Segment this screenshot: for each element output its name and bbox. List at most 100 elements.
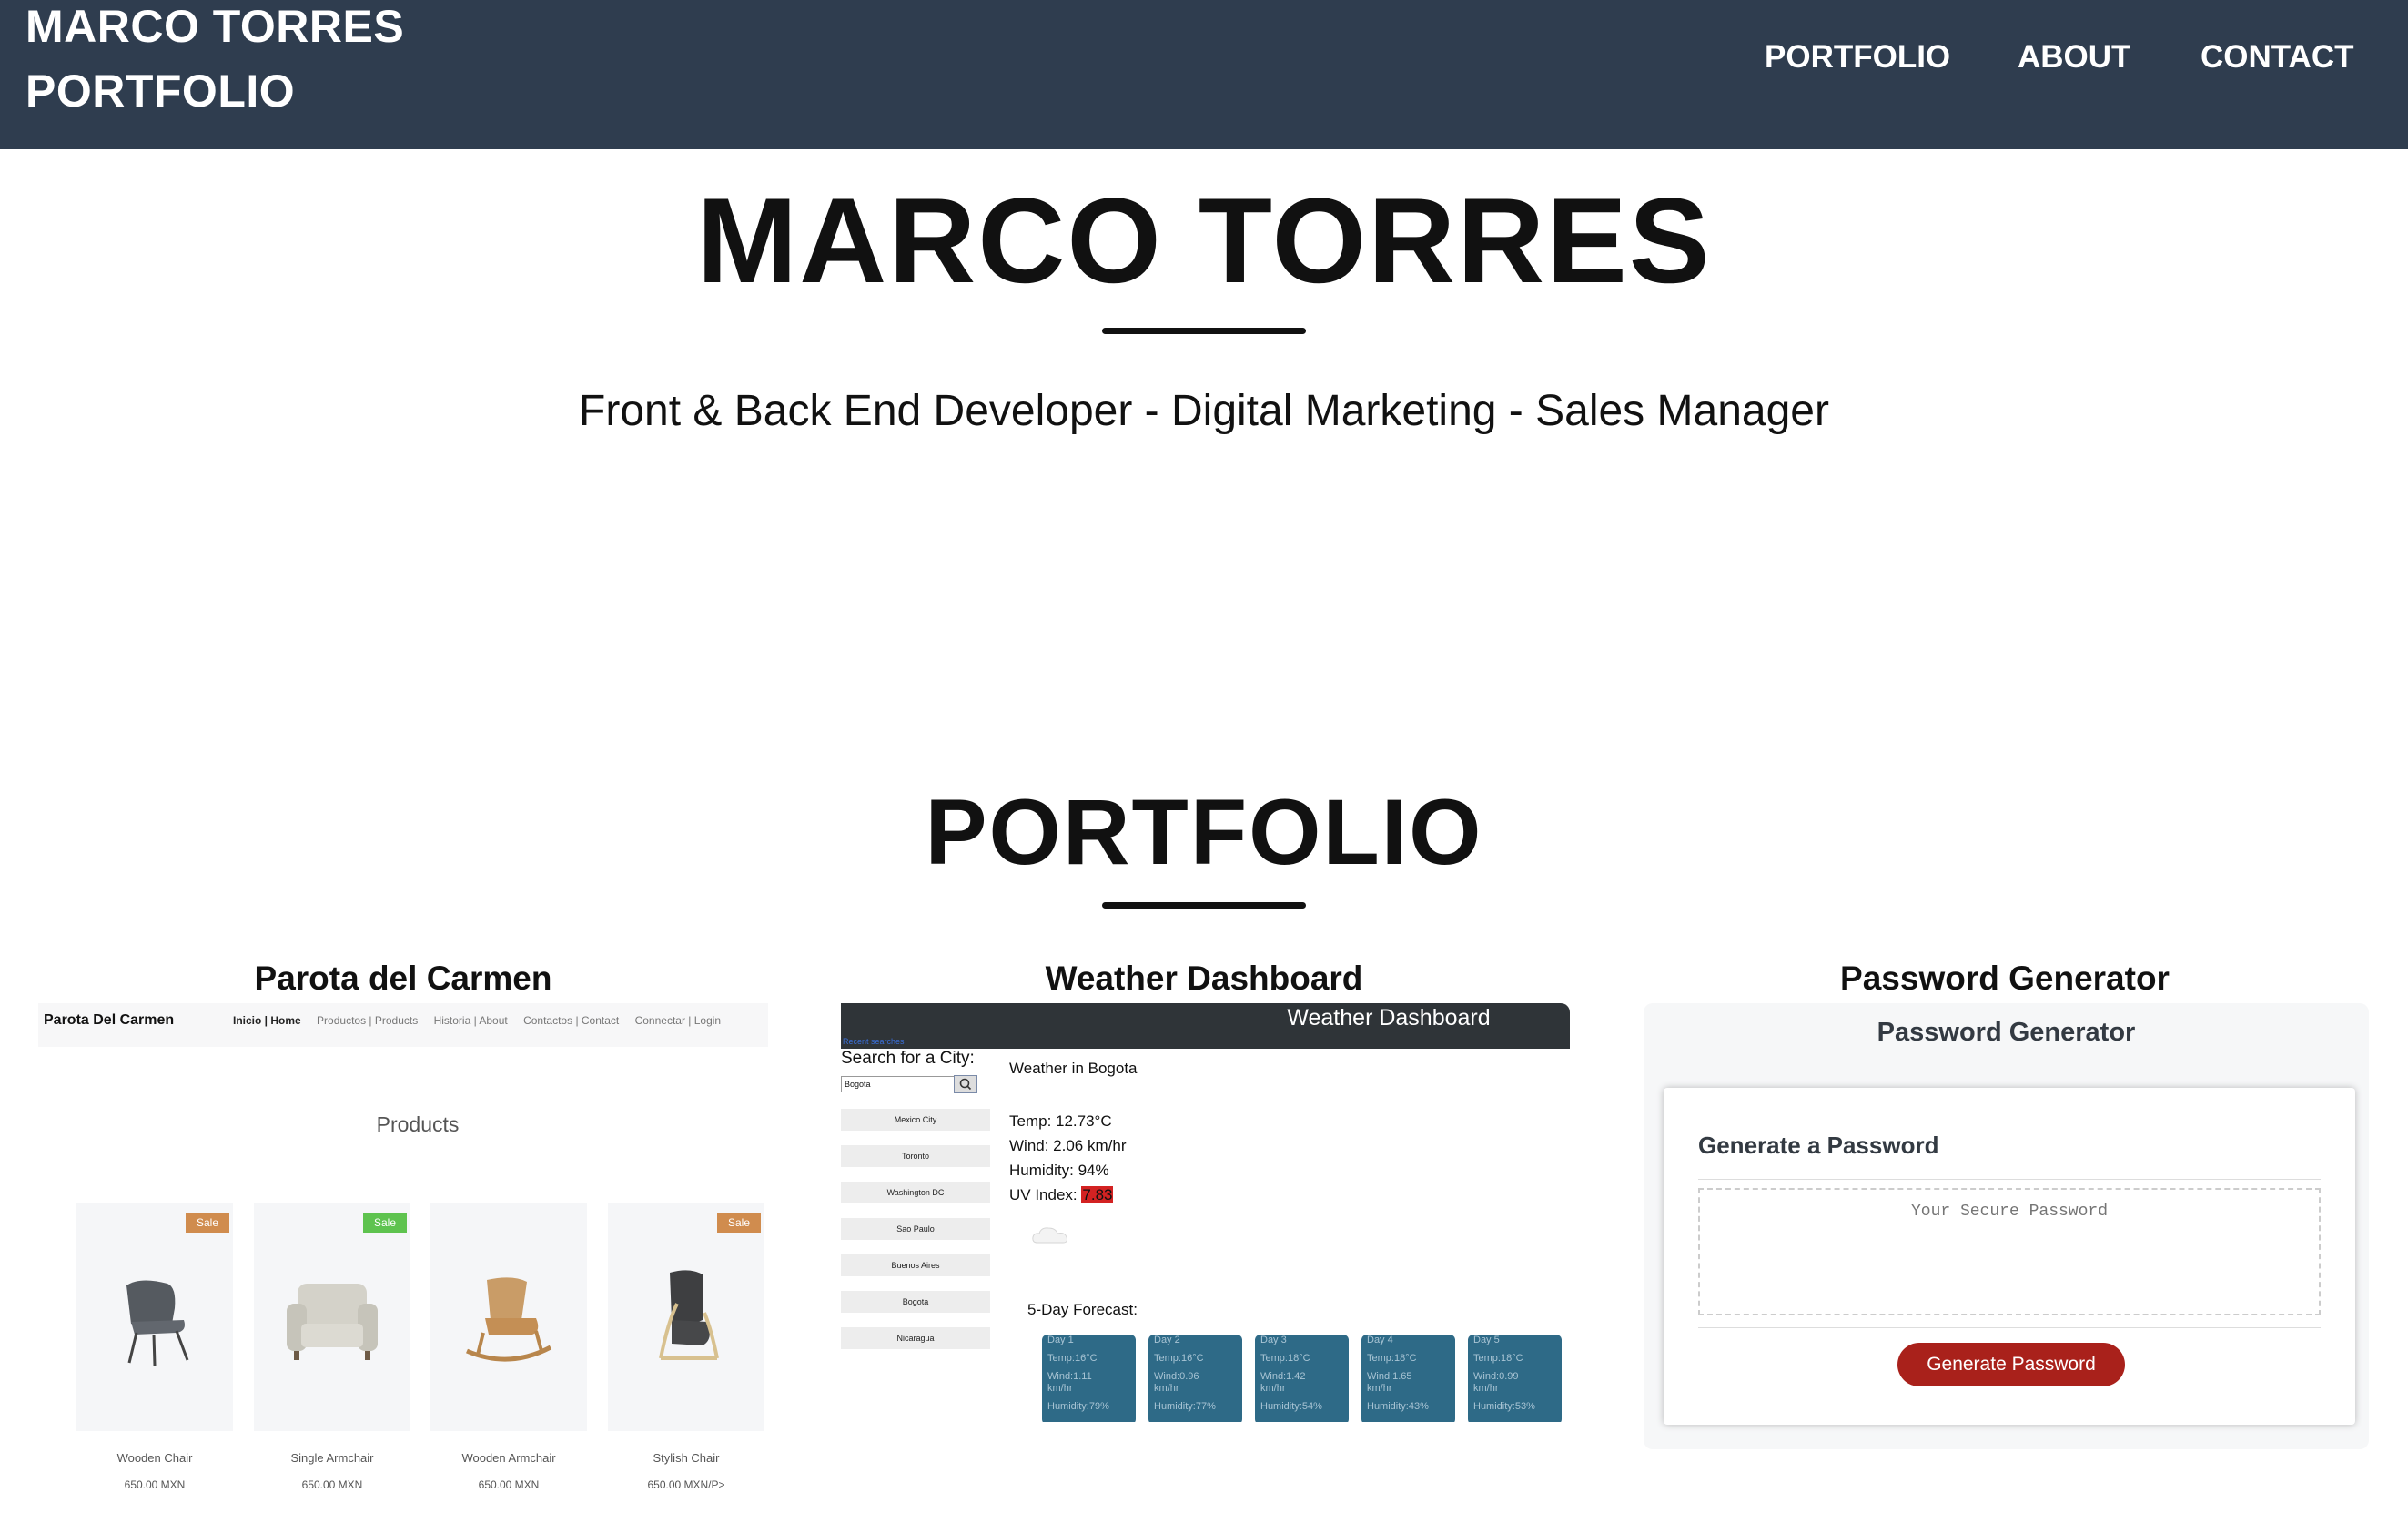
forecast-wind-unit: km/hr xyxy=(1260,1383,1286,1394)
uv-index-value: 7.83 xyxy=(1081,1186,1114,1203)
current-humidity: Humidity: 94% xyxy=(1009,1162,1109,1179)
preview-nav-contact: Contactos | Contact xyxy=(523,1014,620,1027)
sale-badge: Sale xyxy=(186,1213,229,1233)
current-wind: Wind: 2.06 km/hr xyxy=(1009,1137,1127,1154)
preview-password-title: Password Generator xyxy=(1877,1018,2136,1047)
forecast-wind-unit: km/hr xyxy=(1367,1383,1392,1394)
forecast-day: Day 4 xyxy=(1367,1335,1393,1345)
sale-badge: Sale xyxy=(363,1213,407,1233)
forecast-temp: Temp:16°C xyxy=(1047,1353,1098,1364)
portfolio-divider xyxy=(1102,902,1306,909)
forecast-label: 5-Day Forecast: xyxy=(1027,1301,1138,1318)
product-price: 650.00 MXN xyxy=(301,1478,363,1491)
rocking-armchair-image xyxy=(466,1277,552,1362)
uv-index: UV Index: 7.83 xyxy=(1009,1186,1114,1204)
project-title-parota[interactable]: Parota del Carmen xyxy=(39,955,767,1002)
forecast-card: Day 2 Temp:16°C Wind:0.96 km/hr Humidity… xyxy=(1148,1335,1242,1422)
forecast-wind: Wind:0.96 xyxy=(1154,1371,1199,1382)
city-history-item: Buenos Aires xyxy=(841,1254,990,1276)
product-name: Single Armchair xyxy=(290,1451,374,1465)
product-name: Wooden Armchair xyxy=(461,1451,556,1465)
city-history-item: Mexico City xyxy=(841,1109,990,1131)
password-card-title: Generate a Password xyxy=(1698,1132,1939,1159)
forecast-day: Day 2 xyxy=(1154,1335,1180,1345)
current-temp: Temp: 12.73°C xyxy=(1009,1112,1112,1130)
product-name: Wooden Chair xyxy=(116,1451,193,1465)
forecast-temp: Temp:18°C xyxy=(1260,1353,1310,1364)
card-divider xyxy=(1698,1179,2321,1180)
forecast-temp: Temp:16°C xyxy=(1154,1353,1204,1364)
preview-nav-login: Connectar | Login xyxy=(634,1014,722,1027)
product-price: 650.00 MXN xyxy=(124,1478,186,1491)
product-card: Sale xyxy=(76,1203,233,1431)
brand-line-2: PORTFOLIO xyxy=(25,66,296,117)
preview-weather-title: Weather Dashboard xyxy=(1287,1005,1491,1031)
preview-nav-links: Inicio | Home Productos | Products Histo… xyxy=(233,1014,734,1027)
product-card: Sale xyxy=(608,1203,764,1431)
search-icon xyxy=(959,1078,972,1091)
preview-site-logo: Parota Del Carmen xyxy=(44,1012,175,1028)
search-button xyxy=(954,1075,977,1093)
site-brand[interactable]: MARCO TORRES PORTFOLIO xyxy=(25,0,404,124)
forecast-humidity: Humidity:77% xyxy=(1154,1401,1216,1412)
product-card: Sale xyxy=(254,1203,410,1431)
forecast-day: Day 3 xyxy=(1260,1335,1287,1345)
stylish-chair-image xyxy=(659,1270,719,1360)
preview-nav-about: Historia | About xyxy=(433,1014,508,1027)
forecast-humidity: Humidity:53% xyxy=(1473,1401,1535,1412)
forecast-temp: Temp:18°C xyxy=(1473,1353,1523,1364)
forecast-card: Day 4 Temp:18°C Wind:1.65 km/hr Humidity… xyxy=(1361,1335,1455,1422)
forecast-day: Day 1 xyxy=(1047,1335,1074,1345)
product-name: Stylish Chair xyxy=(653,1451,720,1465)
preview-products-heading: Products xyxy=(376,1112,460,1136)
forecast-card: Day 5 Temp:18°C Wind:0.99 km/hr Humidity… xyxy=(1468,1335,1562,1422)
password-output-field xyxy=(1698,1188,2321,1315)
preview-weather-header: Weather Dashboard xyxy=(841,1003,1570,1049)
weather-city-title: Weather in Bogota xyxy=(1009,1060,1138,1077)
project-preview-parota[interactable]: Parota Del Carmen Inicio | Home Producto… xyxy=(38,1003,768,1513)
hero-name: MARCO TORRES xyxy=(696,174,1712,309)
forecast-day: Day 5 xyxy=(1473,1335,1500,1345)
forecast-humidity: Humidity:54% xyxy=(1260,1401,1322,1412)
portfolio-title: PORTFOLIO xyxy=(925,780,1483,884)
forecast-wind: Wind:1.42 xyxy=(1260,1371,1306,1382)
nav-link-about[interactable]: ABOUT xyxy=(2018,35,2130,80)
product-price: 650.00 MXN xyxy=(478,1478,540,1491)
card-divider xyxy=(1698,1327,2321,1328)
project-preview-password[interactable]: Password Generator Generate a Password G… xyxy=(1644,1003,2369,1449)
armchair-image xyxy=(287,1284,378,1360)
nav-link-portfolio[interactable]: PORTFOLIO xyxy=(1765,35,1950,80)
uv-index-label: UV Index: xyxy=(1009,1186,1078,1203)
nav-link-contact[interactable]: CONTACT xyxy=(2201,35,2354,80)
hero-divider xyxy=(1102,328,1306,334)
product-card xyxy=(430,1203,587,1431)
brand-line-1: MARCO TORRES xyxy=(25,1,405,52)
project-preview-weather[interactable]: Weather Dashboard Recent searches Search… xyxy=(841,1003,1570,1422)
forecast-wind-unit: km/hr xyxy=(1047,1383,1073,1394)
forecast-humidity: Humidity:43% xyxy=(1367,1401,1429,1412)
forecast-wind-unit: km/hr xyxy=(1154,1383,1179,1394)
city-history-item: Sao Paulo xyxy=(841,1218,990,1240)
chair-image xyxy=(126,1280,189,1366)
generate-password-button: Generate Password xyxy=(1897,1343,2125,1386)
project-title-password[interactable]: Password Generator xyxy=(1641,955,2369,1002)
password-card: Generate a Password Generate Password xyxy=(1664,1088,2355,1425)
forecast-card: Day 3 Temp:18°C Wind:1.42 km/hr Humidity… xyxy=(1255,1335,1349,1422)
forecast-wind: Wind:0.99 xyxy=(1473,1371,1519,1382)
product-price: 650.00 MXN/P> xyxy=(647,1478,725,1491)
forecast-wind: Wind:1.65 xyxy=(1367,1371,1412,1382)
recent-searches-label: Recent searches xyxy=(843,1037,905,1046)
forecast-card: Day 1 Temp:16°C Wind:1.11 km/hr Humidity… xyxy=(1042,1335,1136,1422)
preview-nav-home: Inicio | Home xyxy=(233,1014,301,1027)
city-history-item: Bogota xyxy=(841,1291,990,1313)
search-city-label: Search for a City: xyxy=(841,1049,975,1068)
forecast-wind-unit: km/hr xyxy=(1473,1383,1499,1394)
hero-tagline: Front & Back End Developer - Digital Mar… xyxy=(579,387,1829,435)
city-history-item: Nicaragua xyxy=(841,1327,990,1349)
forecast-humidity: Humidity:79% xyxy=(1047,1401,1109,1412)
cloud-icon xyxy=(1032,1227,1067,1244)
city-search-input: Bogota xyxy=(841,1076,955,1092)
project-title-weather[interactable]: Weather Dashboard xyxy=(840,955,1568,1002)
forecast-wind: Wind:1.11 xyxy=(1047,1371,1092,1382)
preview-navbar: Parota Del Carmen Inicio | Home Producto… xyxy=(38,1003,768,1047)
